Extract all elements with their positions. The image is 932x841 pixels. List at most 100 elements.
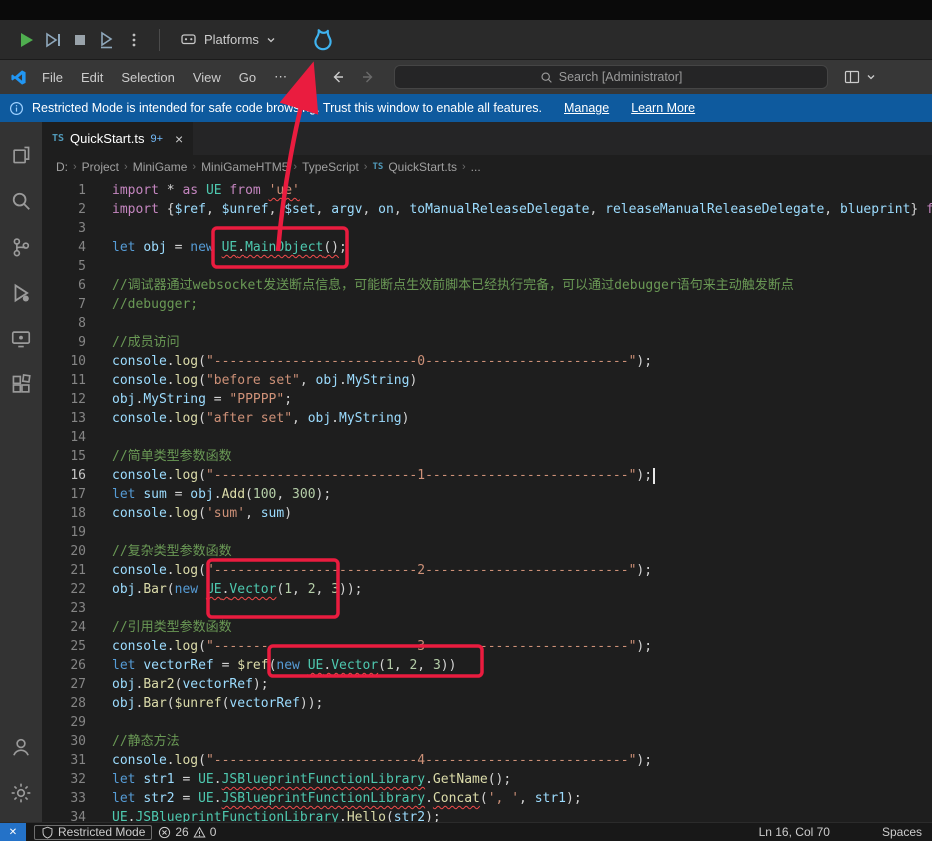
search-input[interactable]: Search [Administrator] [394,65,828,89]
code-line[interactable]: 26let vectorRef = $ref(new UE.Vector(1, … [42,656,932,675]
code-line[interactable]: 27obj.Bar2(vectorRef); [42,675,932,694]
code-text: let vectorRef = $ref(new UE.Vector(1, 2,… [86,656,456,675]
code-line[interactable]: 6//调试器通过websocket发送断点信息，可能断点生效前脚本已经执行完备，… [42,276,932,295]
launch-button[interactable] [93,26,120,53]
forward-arrow-icon[interactable] [360,69,376,85]
menu-selection[interactable]: Selection [112,66,183,89]
code-text: let sum = obj.Add(100, 300); [86,485,331,504]
line-number: 22 [42,580,86,599]
stop-icon [70,30,90,50]
more-actions-button[interactable] [120,26,147,53]
code-line[interactable]: 18console.log('sum', sum) [42,504,932,523]
code-line[interactable]: 17let sum = obj.Add(100, 300); [42,485,932,504]
code-line[interactable]: 30//静态方法 [42,732,932,751]
remote-indicator[interactable]: ✕ [0,823,26,841]
code-line[interactable]: 7//debugger; [42,295,932,314]
learn-more-link[interactable]: Learn More [631,101,695,115]
code-line[interactable]: 33let str2 = UE.JSBlueprintFunctionLibra… [42,789,932,808]
code-text: let obj = new UE.MainObject(); [86,238,347,257]
code-line[interactable]: 28obj.Bar($unref(vectorRef)); [42,694,932,713]
menu-view[interactable]: View [184,66,230,89]
remote-explorer-icon[interactable] [0,316,42,362]
chevron-right-icon: › [192,161,196,173]
restricted-mode-status[interactable]: Restricted Mode [34,825,152,840]
stop-button[interactable] [66,26,93,53]
code-line[interactable]: 9//成员访问 [42,333,932,352]
line-number: 25 [42,637,86,656]
code-line[interactable]: 1import * as UE from 'ue' [42,181,932,200]
typescript-file-icon: TS [52,133,64,144]
code-text: console.log("--------------------------4… [86,751,652,770]
extensions-icon[interactable] [0,362,42,408]
cursor-position-status[interactable]: Ln 16, Col 70 [751,825,838,839]
line-number: 1 [42,181,86,200]
menu-bar: File Edit Selection View Go ⋯ Search [Ad… [0,60,932,94]
code-line[interactable]: 34UE.JSBlueprintFunctionLibrary.Hello(st… [42,808,932,822]
code-line[interactable]: 11console.log("before set", obj.MyString… [42,371,932,390]
code-line[interactable]: 15//简单类型参数函数 [42,447,932,466]
code-line[interactable]: 13console.log("after set", obj.MyString) [42,409,932,428]
account-icon[interactable] [0,724,42,770]
breadcrumb-minigame[interactable]: MiniGame [133,160,188,174]
code-line[interactable]: 32let str1 = UE.JSBlueprintFunctionLibra… [42,770,932,789]
tab-close-icon[interactable]: × [175,131,183,147]
breadcrumb-drive[interactable]: D: [56,160,68,174]
back-arrow-icon[interactable] [330,69,346,85]
platforms-icon [180,31,197,48]
indentation-status[interactable]: Spaces [874,825,930,839]
breadcrumb-symbol[interactable]: ... [471,160,481,174]
search-placeholder: Search [Administrator] [559,70,683,84]
layout-icon [844,69,860,85]
code-line[interactable]: 21console.log("-------------------------… [42,561,932,580]
tab-quickstart[interactable]: TS QuickStart.ts 9+ × [42,122,194,155]
code-line[interactable]: 14 [42,428,932,447]
code-line[interactable]: 3 [42,219,932,238]
code-line[interactable]: 31console.log("-------------------------… [42,751,932,770]
menu-file[interactable]: File [33,66,72,89]
run-debug-icon[interactable] [0,270,42,316]
code-line[interactable]: 5 [42,257,932,276]
source-control-icon[interactable] [0,224,42,270]
menu-more[interactable]: ⋯ [265,65,296,89]
chevron-right-icon: › [293,161,297,173]
manage-link[interactable]: Manage [564,101,609,115]
menu-go[interactable]: Go [230,66,265,89]
unreal-engine-icon[interactable] [310,27,336,53]
menu-edit[interactable]: Edit [72,66,112,89]
line-number: 34 [42,808,86,822]
code-line[interactable]: 29 [42,713,932,732]
code-editor[interactable]: 1import * as UE from 'ue'2import {$ref, … [42,179,932,822]
code-line[interactable]: 19 [42,523,932,542]
code-line[interactable]: 22obj.Bar(new UE.Vector(1, 2, 3)); [42,580,932,599]
search-sidebar-icon[interactable] [0,178,42,224]
play-button[interactable] [12,26,39,53]
code-line[interactable]: 8 [42,314,932,333]
settings-gear-icon[interactable] [0,770,42,816]
code-line[interactable]: 12obj.MyString = "PPPPP"; [42,390,932,409]
step-button[interactable] [39,26,66,53]
code-line[interactable]: 25console.log("-------------------------… [42,637,932,656]
code-text: UE.JSBlueprintFunctionLibrary.Hello(str2… [86,808,441,822]
code-line[interactable]: 16console.log("-------------------------… [42,466,932,485]
warning-icon [193,826,206,839]
code-line[interactable]: 24//引用类型参数函数 [42,618,932,637]
chevron-right-icon: › [462,161,466,173]
breadcrumb-typescript[interactable]: TypeScript [302,160,359,174]
explorer-icon[interactable] [0,132,42,178]
code-text [86,219,112,238]
code-line[interactable]: 4let obj = new UE.MainObject(); [42,238,932,257]
breadcrumb-file[interactable]: QuickStart.ts [388,160,457,174]
breadcrumb-project[interactable]: Project [82,160,119,174]
code-line[interactable]: 10console.log("-------------------------… [42,352,932,371]
code-line[interactable]: 23 [42,599,932,618]
code-line[interactable]: 2import {$ref, $unref, $set, argv, on, t… [42,200,932,219]
code-line[interactable]: 20//复杂类型参数函数 [42,542,932,561]
line-number: 13 [42,409,86,428]
problems-status[interactable]: 26 0 [152,823,222,841]
breadcrumb-minigamehtm5[interactable]: MiniGameHTM5 [201,160,288,174]
platforms-dropdown[interactable]: Platforms [172,27,284,52]
line-number: 6 [42,276,86,295]
error-icon [158,826,171,839]
code-text [86,523,112,542]
customize-layout-button[interactable] [844,69,876,85]
